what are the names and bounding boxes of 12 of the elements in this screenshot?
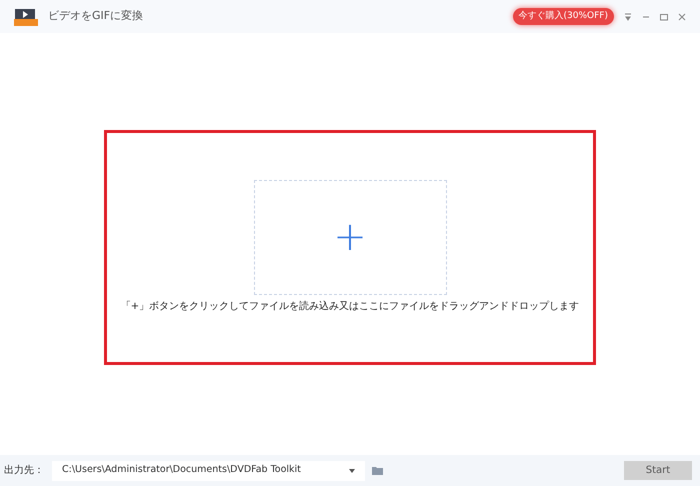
buy-now-button[interactable]: 今すぐ購入(30%OFF) bbox=[512, 8, 614, 25]
output-path-dropdown[interactable]: C:\Users\Administrator\Documents\DVDFab Toolkit bbox=[52, 460, 365, 480]
folder-icon[interactable] bbox=[372, 466, 383, 475]
window-title: ビデオをGIFに変換 bbox=[48, 8, 144, 24]
output-label: 出力先： bbox=[4, 464, 44, 478]
caret-icon bbox=[349, 468, 355, 472]
gif-logo-icon bbox=[14, 8, 38, 26]
dropdown-menu-icon[interactable] bbox=[624, 12, 632, 20]
maximize-icon[interactable] bbox=[660, 12, 668, 20]
add-file-button[interactable]: + bbox=[254, 180, 446, 294]
close-icon[interactable] bbox=[678, 12, 686, 20]
drop-hint-text: 「+」ボタンをクリックしてファイルを読み込み又はここにファイルをドラッグアンドドロップします bbox=[120, 300, 580, 314]
